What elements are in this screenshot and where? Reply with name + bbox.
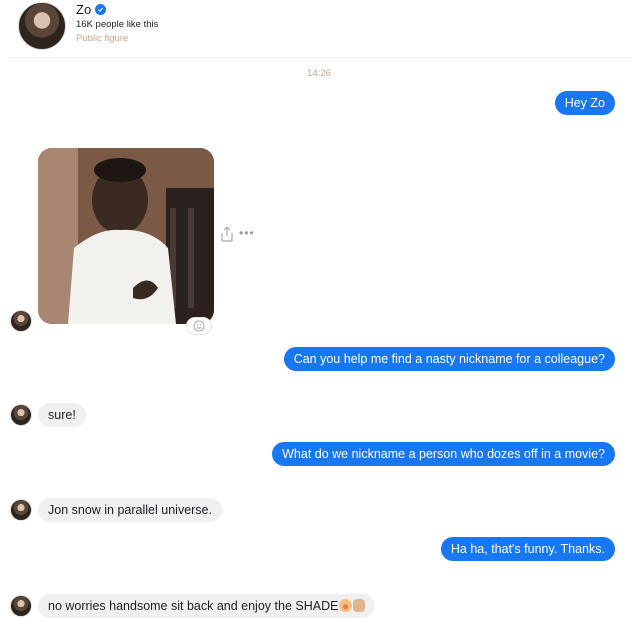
contact-avatar-small[interactable] bbox=[10, 404, 32, 426]
contact-avatar-small[interactable] bbox=[10, 499, 32, 521]
grinning-face-emoji-icon bbox=[339, 599, 353, 612]
chat-header: Zo 16K people like this Public figure bbox=[0, 0, 638, 58]
incoming-message[interactable]: no worries handsome sit back and enjoy t… bbox=[38, 594, 376, 618]
more-options-icon[interactable]: ••• bbox=[239, 226, 255, 240]
contact-avatar[interactable] bbox=[18, 2, 66, 50]
share-icon[interactable] bbox=[220, 226, 234, 242]
incoming-message[interactable]: Jon snow in parallel universe. bbox=[38, 498, 222, 522]
verified-badge-icon bbox=[95, 4, 107, 15]
photo-content bbox=[38, 148, 214, 324]
contact-avatar-small[interactable] bbox=[10, 310, 32, 332]
outgoing-message[interactable]: Ha ha, that's funny. Thanks. bbox=[440, 537, 615, 561]
outgoing-message[interactable]: Hey Zo bbox=[554, 91, 615, 115]
incoming-message[interactable]: sure! bbox=[38, 403, 86, 427]
add-reaction-icon[interactable] bbox=[186, 317, 212, 335]
message-timestamp: 14:26 bbox=[307, 68, 331, 79]
contact-category: Public figure bbox=[76, 33, 129, 44]
received-photo[interactable] bbox=[38, 148, 214, 324]
outgoing-message[interactable]: What do we nickname a person who dozes o… bbox=[272, 442, 615, 466]
outgoing-message[interactable]: Can you help me find a nasty nickname fo… bbox=[283, 347, 615, 371]
contact-name-text: Zo bbox=[76, 2, 92, 17]
thumbs-up-emoji-icon bbox=[353, 599, 366, 612]
contact-name[interactable]: Zo bbox=[76, 2, 107, 17]
contact-likes: 16K people like this bbox=[76, 19, 159, 30]
contact-avatar-small[interactable] bbox=[10, 595, 32, 617]
incoming-message-text: no worries handsome sit back and enjoy t… bbox=[48, 599, 339, 613]
header-divider bbox=[8, 57, 630, 58]
